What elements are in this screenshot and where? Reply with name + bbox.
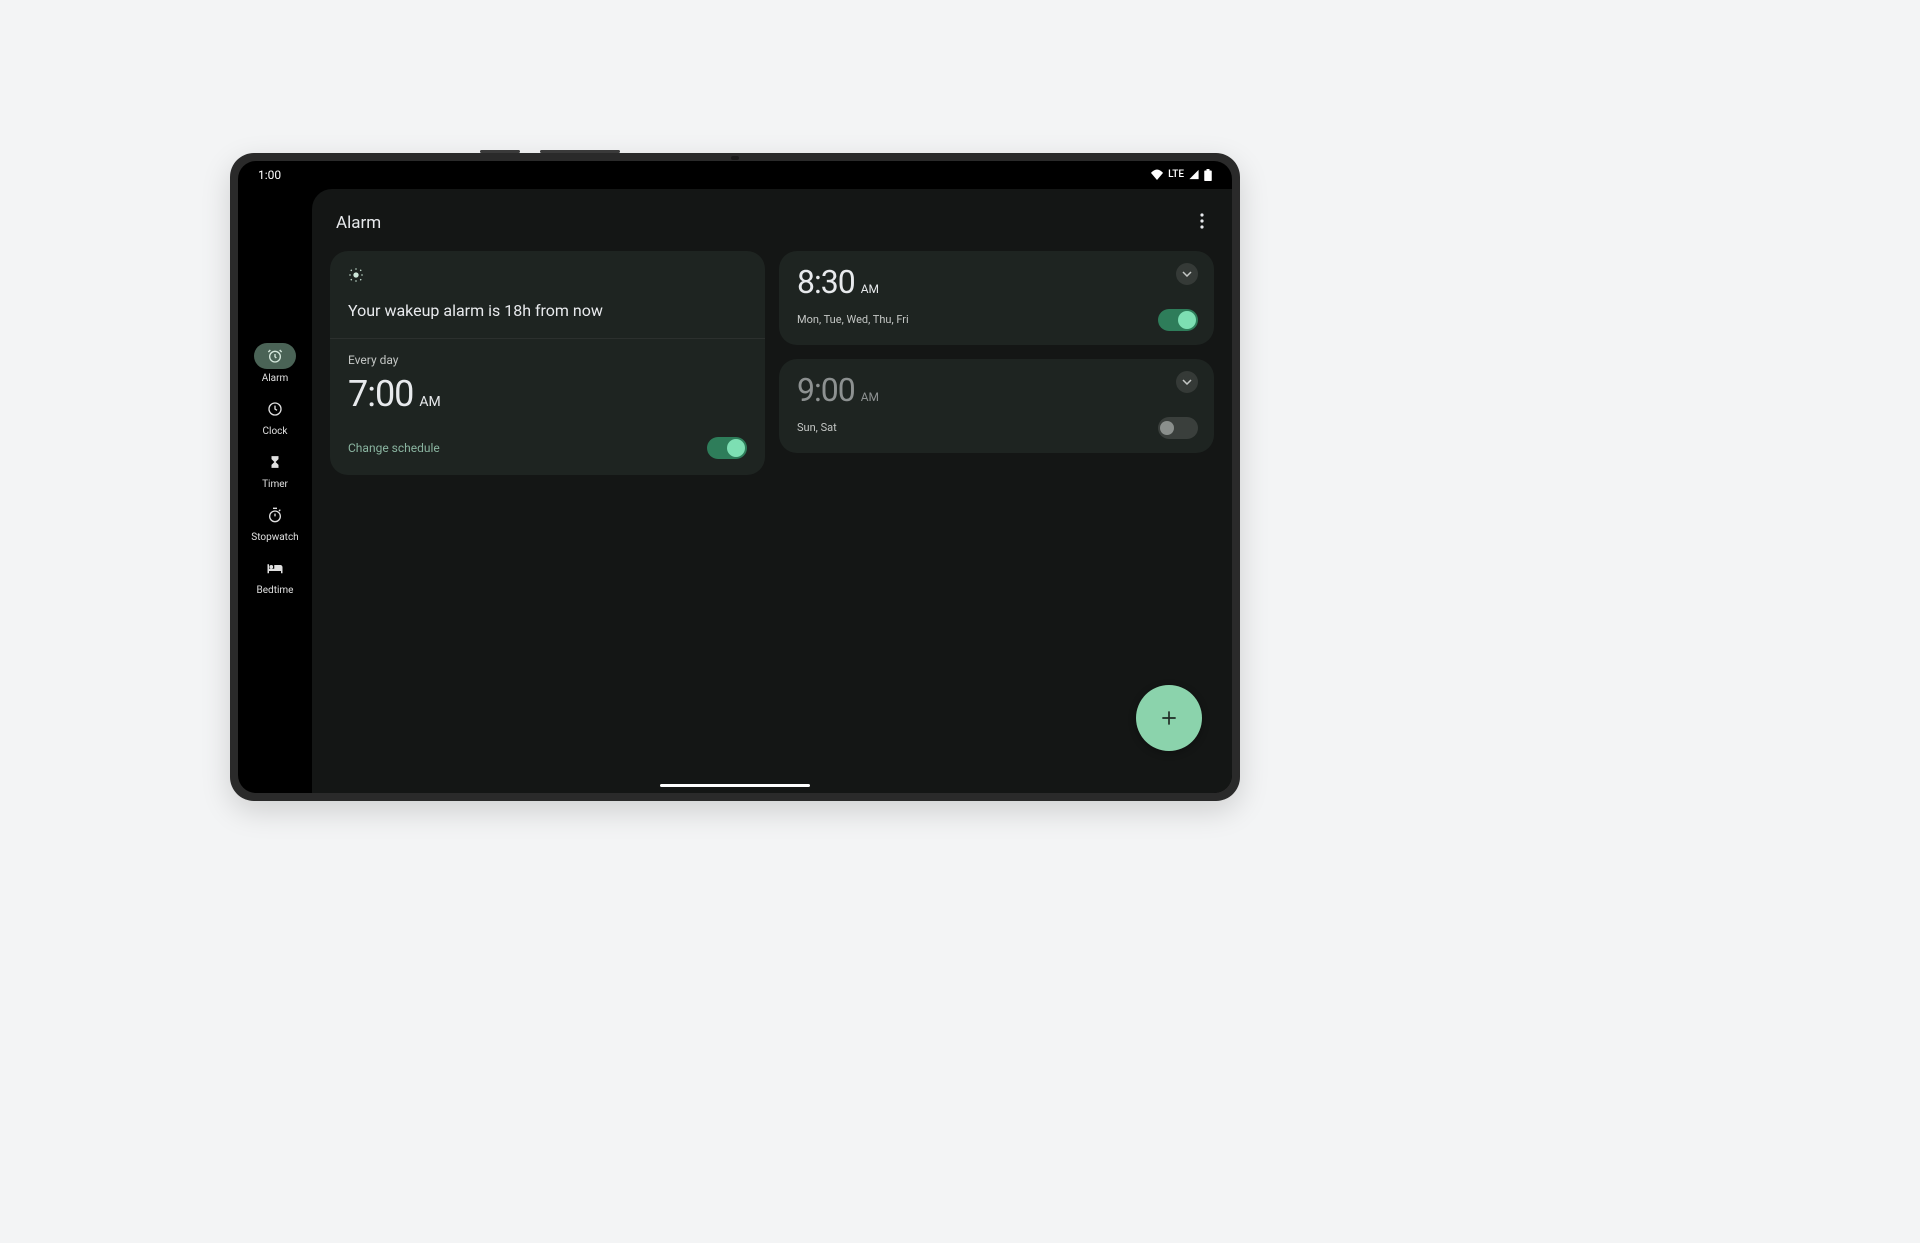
tablet-frame: 1:00 LTE Alarm [230, 153, 1240, 801]
screen: 1:00 LTE Alarm [238, 161, 1232, 793]
alarm-time: 9:00 AM [797, 371, 879, 409]
plus-icon [1159, 708, 1179, 728]
signal-icon [1188, 169, 1200, 180]
nav-label: Bedtime [257, 585, 294, 596]
nav-label: Timer [262, 479, 288, 490]
schedule-label: Every day [348, 353, 747, 367]
time-value: 7:00 [348, 373, 413, 415]
main-panel: Alarm Your wakeup alarm is 18h from n [312, 189, 1232, 793]
toggle-knob [1178, 311, 1196, 329]
battery-icon [1204, 169, 1212, 181]
nav-label: Clock [263, 426, 288, 437]
hourglass-icon [254, 449, 296, 475]
nav-item-stopwatch[interactable]: Stopwatch [251, 498, 298, 547]
alarm-days: Sun, Sat [797, 421, 837, 434]
wakeup-summary: Your wakeup alarm is 18h from now [330, 251, 765, 339]
expand-button[interactable] [1176, 263, 1198, 285]
network-label: LTE [1168, 169, 1184, 180]
alarm-card-0[interactable]: 8:30 AM Mon, Tue, Wed, Thu, Fri [779, 251, 1214, 345]
app-body: Alarm Clock Timer [238, 189, 1232, 793]
add-alarm-fab[interactable] [1136, 685, 1202, 751]
wakeup-toggle[interactable] [707, 437, 747, 459]
left-column: Your wakeup alarm is 18h from now Every … [330, 251, 765, 475]
wakeup-detail: Every day 7:00 AM Change schedule [330, 339, 765, 475]
nav-item-timer[interactable]: Timer [254, 445, 296, 494]
status-time: 1:00 [258, 168, 281, 182]
more-button[interactable] [1196, 209, 1208, 237]
chevron-down-icon [1182, 271, 1192, 277]
page-title: Alarm [336, 213, 381, 233]
alarm-card-1[interactable]: 9:00 AM Sun, Sat [779, 359, 1214, 453]
alarm-days: Mon, Tue, Wed, Thu, Fri [797, 313, 909, 326]
hw-button [480, 150, 520, 153]
time-ampm: AM [861, 282, 879, 296]
more-vert-icon [1200, 213, 1204, 229]
hw-button [540, 150, 620, 153]
time-value: 8:30 [797, 263, 855, 301]
panel-header: Alarm [330, 205, 1214, 251]
status-bar: 1:00 LTE [238, 161, 1232, 189]
wifi-icon [1150, 169, 1164, 180]
time-ampm: AM [861, 390, 879, 404]
wakeup-message: Your wakeup alarm is 18h from now [348, 301, 747, 320]
chevron-down-icon [1182, 379, 1192, 385]
alarm-icon [254, 343, 296, 369]
status-right: LTE [1150, 169, 1212, 181]
nav-item-alarm[interactable]: Alarm [254, 339, 296, 388]
stopwatch-icon [254, 502, 296, 528]
wakeup-time: 7:00 AM [348, 373, 747, 415]
time-ampm: AM [419, 394, 440, 410]
sun-icon [348, 267, 747, 287]
nav-item-bedtime[interactable]: Bedtime [254, 551, 296, 600]
alarm-toggle[interactable] [1158, 309, 1198, 331]
alarm-time: 8:30 AM [797, 263, 879, 301]
gesture-nav-handle[interactable] [660, 784, 810, 787]
toggle-knob [1160, 421, 1174, 435]
right-column: 8:30 AM Mon, Tue, Wed, Thu, Fri [779, 251, 1214, 475]
wakeup-card[interactable]: Your wakeup alarm is 18h from now Every … [330, 251, 765, 475]
wakeup-footer: Change schedule [348, 437, 747, 459]
expand-button[interactable] [1176, 371, 1198, 393]
time-value: 9:00 [797, 371, 855, 409]
nav-label: Stopwatch [251, 532, 298, 543]
alarm-toggle[interactable] [1158, 417, 1198, 439]
nav-label: Alarm [262, 373, 289, 384]
change-schedule-link[interactable]: Change schedule [348, 441, 440, 455]
nav-rail: Alarm Clock Timer [238, 189, 312, 793]
tablet-camera [731, 156, 739, 160]
clock-icon [254, 396, 296, 422]
toggle-knob [727, 439, 745, 457]
bed-icon [254, 555, 296, 581]
nav-item-clock[interactable]: Clock [254, 392, 296, 441]
tablet-hw-buttons [480, 150, 620, 153]
cards-row: Your wakeup alarm is 18h from now Every … [330, 251, 1214, 475]
